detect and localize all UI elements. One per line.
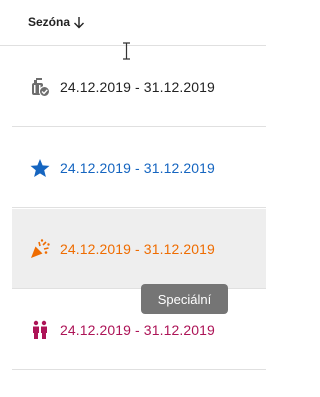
table-row[interactable]: 24.12.2019 - 31.12.2019	[12, 209, 266, 289]
season-date-range: 24.12.2019 - 31.12.2019	[60, 321, 215, 338]
table-header: Sezóna	[0, 0, 266, 46]
star-icon	[30, 158, 50, 177]
season-date-range: 24.12.2019 - 31.12.2019	[60, 159, 215, 176]
luggage-check-icon	[32, 77, 50, 97]
season-column-header[interactable]: Sezóna	[28, 15, 85, 29]
arrow-down-icon[interactable]	[73, 16, 85, 29]
people-icon	[33, 320, 47, 339]
party-popper-icon	[31, 238, 50, 258]
season-date-range: 24.12.2019 - 31.12.2019	[60, 78, 215, 95]
season-column-label: Sezóna	[28, 15, 71, 29]
table-row[interactable]: 24.12.2019 - 31.12.2019	[12, 128, 266, 208]
table-row[interactable]: 24.12.2019 - 31.12.2019	[12, 47, 266, 127]
season-date-range: 24.12.2019 - 31.12.2019	[60, 240, 215, 257]
tooltip: Speciální	[141, 284, 228, 314]
tooltip-text: Speciální	[157, 291, 212, 307]
